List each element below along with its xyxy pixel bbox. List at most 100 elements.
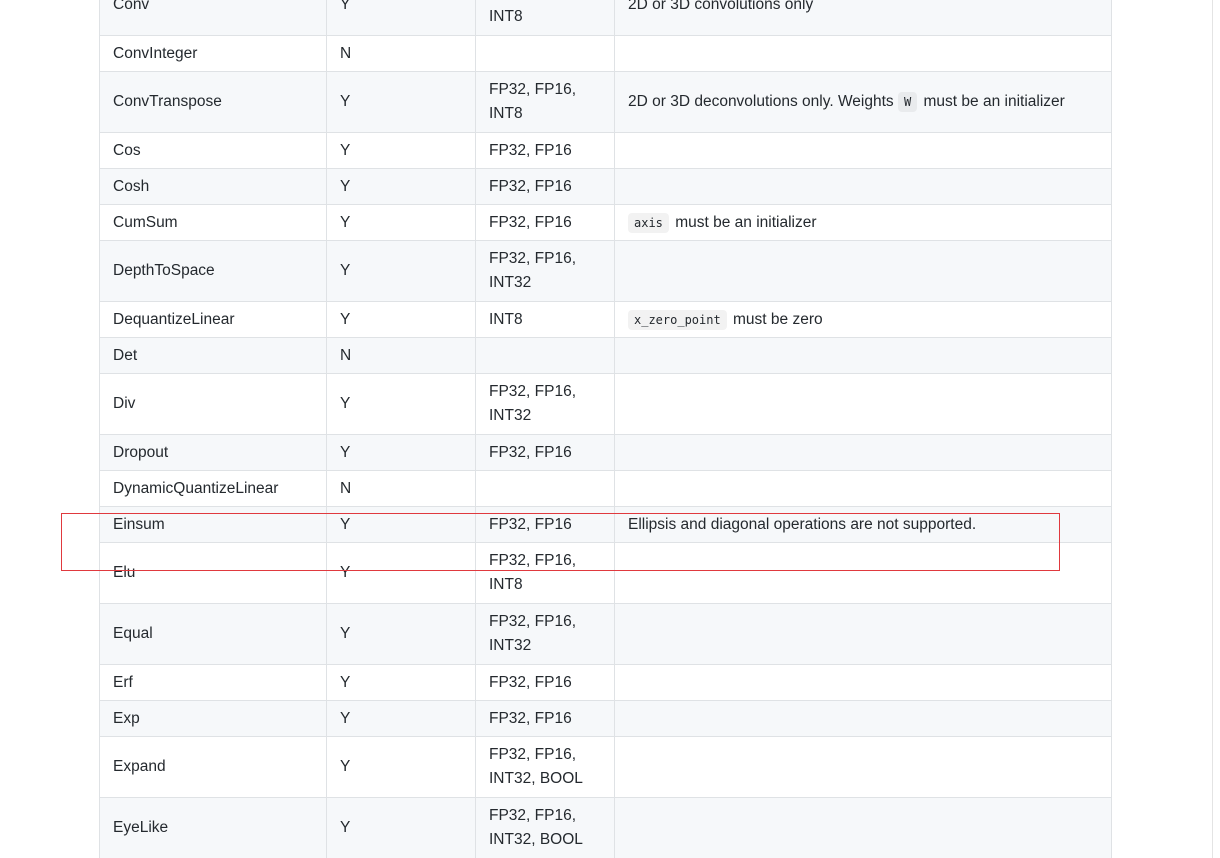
operator-name-cell: Erf: [99, 664, 327, 701]
table-row: ConvYFP32, FP16, INT8 2D or 3D convolutio…: [99, 0, 1112, 36]
types-cell: FP32, FP16, INT32: [475, 240, 615, 302]
notes-cell: [614, 337, 1112, 374]
notes-cell: [614, 434, 1112, 471]
supported-cell: Y: [326, 542, 476, 604]
operator-name-cell: Elu: [99, 542, 327, 604]
supported-cell: Y: [326, 603, 476, 665]
notes-cell: [614, 542, 1112, 604]
table-row: Erf Y FP32, FP16: [99, 664, 1112, 701]
types-cell: FP32, FP16: [475, 434, 615, 471]
supported-cell: Y: [326, 797, 476, 858]
types-cell: FP32, FP16, INT32, BOOL: [475, 797, 615, 858]
types-cell: FP32, FP16, INT32: [475, 603, 615, 665]
table-row: CumSum Y FP32, FP16 axis must be an initial…: [99, 204, 1112, 241]
operator-name-cell: Det: [99, 337, 327, 374]
operator-name-cell: ConvTranspose: [99, 71, 327, 133]
notes-text: 2D or 3D convolutions only: [628, 0, 814, 13]
table-row: Div Y FP32, FP16, INT32: [99, 373, 1112, 435]
notes-cell: [614, 470, 1112, 507]
notes-cell: [614, 664, 1112, 701]
types-cell: FP32, FP16: [475, 664, 615, 701]
supported-cell: Y: [326, 373, 476, 435]
table-row: Det N: [99, 337, 1112, 374]
page-right-border: [1212, 0, 1213, 858]
supported-cell: Y: [326, 71, 476, 133]
inline-code: x_zero_point: [628, 309, 727, 330]
supported-cell: Y: [326, 132, 476, 169]
types-cell: FP32, FP16: [475, 204, 615, 241]
supported-cell: N: [326, 337, 476, 374]
table-row: ConvInteger N: [99, 35, 1112, 72]
table-body: ConvYFP32, FP16, INT82D or 3D convolutio…: [99, 0, 1112, 858]
notes-cell: [614, 700, 1112, 737]
types-cell: [475, 35, 615, 72]
notes-text: must be an initializer: [919, 93, 1065, 110]
inline-code: axis: [628, 212, 669, 233]
table-row: Exp Y FP32, FP16: [99, 700, 1112, 737]
supported-cell: N: [326, 470, 476, 507]
notes-cell: axis must be an initializer: [614, 204, 1112, 241]
notes-cell: [614, 797, 1112, 858]
operator-name-cell: DynamicQuantizeLinear: [99, 470, 327, 507]
notes-text: must be zero: [728, 310, 823, 328]
operator-name-cell: Exp: [99, 700, 327, 737]
operator-name-cell: EyeLike: [99, 797, 327, 858]
table-row: ConvTranspose Y FP32, FP16, INT8 2D or 3D d…: [99, 71, 1112, 133]
notes-cell: Ellipsis and diagonal operations are not…: [614, 506, 1112, 543]
operator-name-cell: Div: [99, 373, 327, 435]
operator-name-cell: Cos: [99, 132, 327, 169]
types-cell: FP32, FP16: [475, 168, 615, 205]
notes-cell: [614, 240, 1112, 302]
notes-cell: [614, 35, 1112, 72]
inline-code: W: [897, 92, 918, 112]
operator-name-cell: Dropout: [99, 434, 327, 471]
table-row: Dropout Y FP32, FP16: [99, 434, 1112, 471]
notes-cell: [614, 736, 1112, 798]
supported-cell: Y: [326, 301, 476, 338]
table-row: Elu Y FP32, FP16, INT8: [99, 542, 1112, 604]
table-row: Equal Y FP32, FP16, INT32: [99, 603, 1112, 665]
types-cell: FP32, FP16, INT8: [475, 542, 615, 604]
supported-cell: Y: [326, 664, 476, 701]
notes-cell: x_zero_point must be zero: [614, 301, 1112, 338]
supported-cell: Y: [326, 506, 476, 543]
operator-name-cell: Equal: [99, 603, 327, 665]
types-cell: [475, 337, 615, 374]
supported-cell: Y: [326, 700, 476, 737]
operator-name-cell: DequantizeLinear: [99, 301, 327, 338]
operator-name-cell: Expand: [99, 736, 327, 798]
operator-name-cell: Einsum: [99, 506, 327, 543]
types-cell: FP32, FP16: [475, 700, 615, 737]
table-row: DequantizeLinear Y INT8 x_zero_point must b…: [99, 301, 1112, 338]
table-row: Einsum Y FP32, FP16 Ellipsis and diagonal o…: [99, 506, 1112, 543]
table-row: DynamicQuantizeLinear N: [99, 470, 1112, 507]
operator-support-table-container: ConvYFP32, FP16, INT82D or 3D convolutio…: [99, 0, 1112, 858]
types-cell: FP32, FP16, INT8: [475, 0, 615, 36]
notes-cell: [614, 603, 1112, 665]
operator-name-cell: ConvInteger: [99, 35, 327, 72]
table-row: Cosh Y FP32, FP16: [99, 168, 1112, 205]
supported-cell: Y: [326, 168, 476, 205]
notes-cell: 2D or 3D convolutions only: [614, 0, 1112, 36]
types-cell: FP32, FP16, INT32: [475, 373, 615, 435]
supported-cell: Y: [326, 434, 476, 471]
notes-text: 2D or 3D deconvolutions only. Weights: [628, 93, 898, 110]
operator-support-table: ConvYFP32, FP16, INT82D or 3D convolutio…: [99, 0, 1112, 858]
types-cell: FP32, FP16, INT32, BOOL: [475, 736, 615, 798]
supported-cell: Y: [326, 204, 476, 241]
notes-cell: 2D or 3D deconvolutions only. Weights W …: [614, 71, 1112, 133]
operator-name-cell: Conv: [99, 0, 327, 36]
notes-cell: [614, 132, 1112, 169]
operator-name-cell: CumSum: [99, 204, 327, 241]
types-cell: [475, 470, 615, 507]
supported-cell: Y: [326, 240, 476, 302]
table-row: DepthToSpace Y FP32, FP16, INT32: [99, 240, 1112, 302]
notes-text: must be an initializer: [670, 213, 817, 231]
types-cell: FP32, FP16: [475, 506, 615, 543]
notes-text: Ellipsis and diagonal operations are not…: [628, 515, 977, 533]
operator-name-cell: DepthToSpace: [99, 240, 327, 302]
table-row: EyeLike Y FP32, FP16, INT32, BOOL: [99, 797, 1112, 858]
types-cell: FP32, FP16, INT8: [475, 71, 615, 133]
supported-cell: Y: [326, 0, 476, 36]
types-cell: INT8: [475, 301, 615, 338]
